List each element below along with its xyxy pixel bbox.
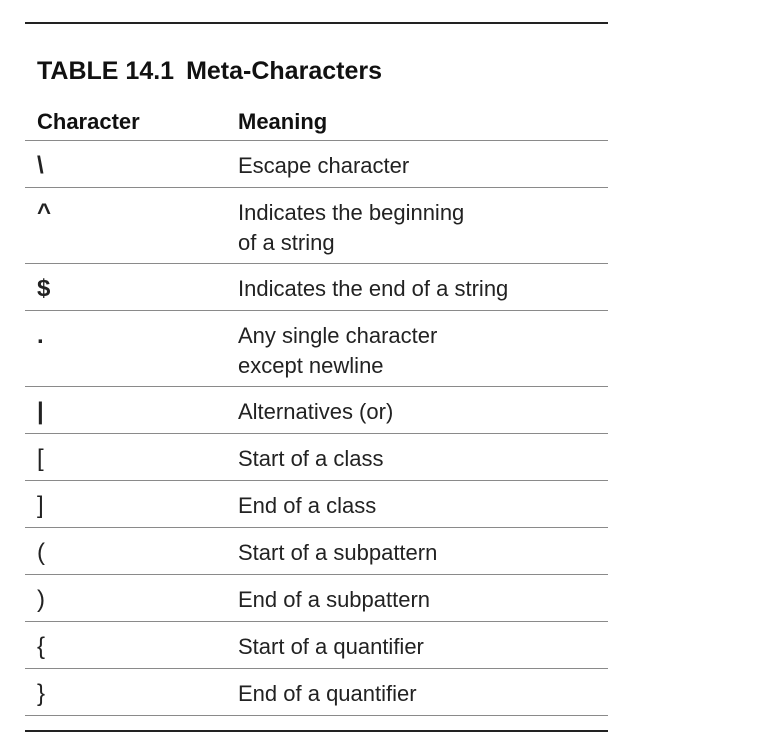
meta-characters-table: TABLE 14.1 Meta-Characters Character Mea…	[25, 22, 608, 732]
character-cell: ]	[37, 492, 44, 519]
table-row: . Any single character except newline	[25, 311, 608, 387]
table-row: } End of a quantifier	[25, 669, 608, 716]
meaning-cell: Alternatives (or)	[238, 399, 394, 424]
meaning-cell: End of a class	[238, 493, 377, 518]
table-caption: TABLE 14.1 Meta-Characters	[25, 54, 608, 88]
character-cell: ^	[37, 199, 52, 226]
character-cell: .	[37, 322, 44, 349]
table-top-rule	[25, 22, 608, 24]
table-bottom-rule	[25, 730, 608, 732]
character-cell: |	[37, 398, 44, 425]
character-cell: }	[37, 680, 46, 707]
table-header-row: Character Meaning	[25, 103, 608, 141]
character-cell: (	[37, 539, 45, 566]
character-cell: \	[37, 152, 44, 179]
meaning-cell: Escape character	[238, 153, 410, 178]
table-title: Meta-Characters	[186, 56, 382, 85]
column-header-character: Character	[37, 108, 140, 134]
table-row: { Start of a quantifier	[25, 622, 608, 669]
meaning-cell: Start of a quantifier	[238, 634, 424, 659]
meaning-cell: Any single character except newline	[238, 323, 438, 378]
character-cell: )	[37, 586, 45, 613]
meaning-cell: Start of a subpattern	[238, 540, 438, 565]
meaning-cell: Indicates the end of a string	[238, 276, 509, 301]
table-row: | Alternatives (or)	[25, 387, 608, 434]
meaning-cell: End of a quantifier	[238, 681, 417, 706]
meaning-cell: End of a subpattern	[238, 587, 431, 612]
table-row: [ Start of a class	[25, 434, 608, 481]
meaning-cell: Indicates the beginning of a string	[238, 200, 465, 255]
table-row: ^ Indicates the beginning of a string	[25, 188, 608, 264]
table-number: TABLE 14.1	[37, 56, 175, 85]
table-row: ( Start of a subpattern	[25, 528, 608, 575]
character-cell: [	[37, 445, 44, 472]
character-cell: $	[37, 275, 51, 302]
table-row: ) End of a subpattern	[25, 575, 608, 622]
table-row: \ Escape character	[25, 141, 608, 188]
table-row: $ Indicates the end of a string	[25, 264, 608, 311]
meaning-cell: Start of a class	[238, 446, 384, 471]
column-header-meaning: Meaning	[238, 108, 328, 134]
table-row: ] End of a class	[25, 481, 608, 528]
character-cell: {	[37, 633, 46, 660]
